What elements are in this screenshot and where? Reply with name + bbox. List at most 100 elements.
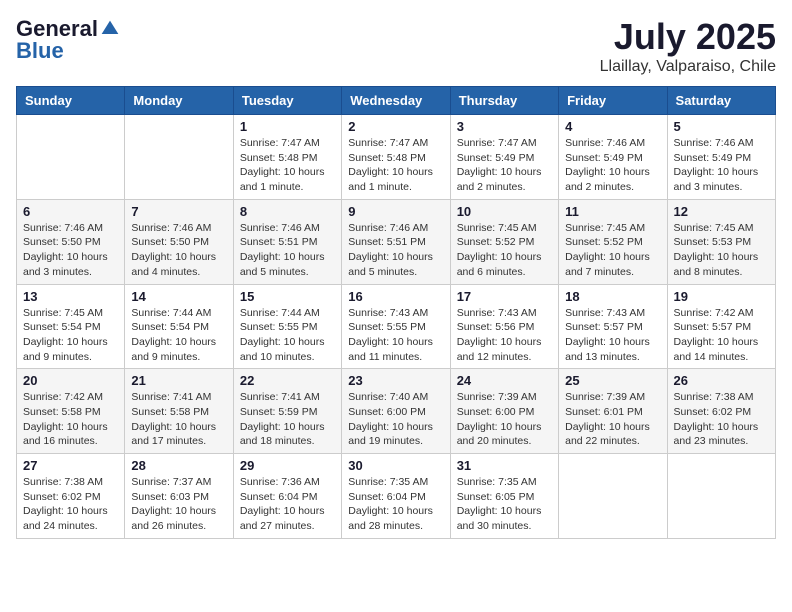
sunset-text: Sunset: 5:52 PM <box>457 236 535 248</box>
table-row: 28Sunrise: 7:37 AMSunset: 6:03 PMDayligh… <box>125 454 233 539</box>
table-row: 6 Sunrise: 7:46 AMSunset: 5:50 PMDaylight… <box>17 199 125 284</box>
day-number: 1 <box>240 119 335 134</box>
sunset-text: Sunset: 6:05 PM <box>457 491 535 503</box>
day-info: Sunrise: 7:46 AMSunset: 5:49 PMDaylight:… <box>565 136 660 195</box>
sunrise-text: Sunrise: 7:40 AM <box>348 391 428 403</box>
logo-blue-text: Blue <box>16 38 64 64</box>
day-number: 20 <box>23 373 118 388</box>
table-row: 24Sunrise: 7:39 AMSunset: 6:00 PMDayligh… <box>450 369 558 454</box>
table-row: 13 Sunrise: 7:45 AMSunset: 5:54 PMDayligh… <box>17 284 125 369</box>
table-row: 30Sunrise: 7:35 AMSunset: 6:04 PMDayligh… <box>342 454 450 539</box>
sunset-text: Sunset: 5:55 PM <box>348 321 426 333</box>
day-number: 19 <box>674 289 769 304</box>
day-number: 13 <box>23 289 118 304</box>
table-row: 27Sunrise: 7:38 AMSunset: 6:02 PMDayligh… <box>17 454 125 539</box>
daylight-text: Daylight: 10 hours and 27 minutes. <box>240 505 325 532</box>
day-info: Sunrise: 7:36 AMSunset: 6:04 PMDaylight:… <box>240 475 335 534</box>
day-info: Sunrise: 7:38 AMSunset: 6:02 PMDaylight:… <box>674 390 769 449</box>
sunrise-text: Sunrise: 7:41 AM <box>240 391 320 403</box>
sunset-text: Sunset: 5:52 PM <box>565 236 643 248</box>
sunrise-text: Sunrise: 7:44 AM <box>131 307 211 319</box>
table-row: 17Sunrise: 7:43 AMSunset: 5:56 PMDayligh… <box>450 284 558 369</box>
daylight-text: Daylight: 10 hours and 9 minutes. <box>23 336 108 363</box>
table-row: 7Sunrise: 7:46 AMSunset: 5:50 PMDaylight… <box>125 199 233 284</box>
sunrise-text: Sunrise: 7:46 AM <box>23 222 103 234</box>
sunrise-text: Sunrise: 7:45 AM <box>674 222 754 234</box>
sunrise-text: Sunrise: 7:43 AM <box>565 307 645 319</box>
sunset-text: Sunset: 6:02 PM <box>674 406 752 418</box>
table-row: 12Sunrise: 7:45 AMSunset: 5:53 PMDayligh… <box>667 199 775 284</box>
sunrise-text: Sunrise: 7:39 AM <box>565 391 645 403</box>
calendar-week-row: 13 Sunrise: 7:45 AMSunset: 5:54 PMDayligh… <box>17 284 776 369</box>
day-info: Sunrise: 7:42 AMSunset: 5:58 PMDaylight:… <box>23 390 118 449</box>
day-info: Sunrise: 7:46 AMSunset: 5:50 PMDaylight:… <box>131 221 226 280</box>
sunrise-text: Sunrise: 7:46 AM <box>131 222 211 234</box>
title-section: July 2025 Llaillay, Valparaiso, Chile <box>600 16 776 76</box>
daylight-text: Daylight: 10 hours and 12 minutes. <box>457 336 542 363</box>
day-number: 16 <box>348 289 443 304</box>
day-number: 6 <box>23 204 118 219</box>
day-number: 24 <box>457 373 552 388</box>
page-header: General Blue July 2025 Llaillay, Valpara… <box>16 16 776 76</box>
calendar-week-row: 6 Sunrise: 7:46 AMSunset: 5:50 PMDaylight… <box>17 199 776 284</box>
sunrise-text: Sunrise: 7:43 AM <box>348 307 428 319</box>
day-info: Sunrise: 7:47 AMSunset: 5:48 PMDaylight:… <box>348 136 443 195</box>
day-info: Sunrise: 7:45 AMSunset: 5:52 PMDaylight:… <box>565 221 660 280</box>
table-row: 5Sunrise: 7:46 AMSunset: 5:49 PMDaylight… <box>667 115 775 200</box>
day-number: 21 <box>131 373 226 388</box>
day-number: 26 <box>674 373 769 388</box>
day-info: Sunrise: 7:45 AMSunset: 5:54 PMDaylight:… <box>23 306 118 365</box>
daylight-text: Daylight: 10 hours and 10 minutes. <box>240 336 325 363</box>
logo-icon <box>100 19 120 39</box>
sunset-text: Sunset: 5:57 PM <box>674 321 752 333</box>
day-info: Sunrise: 7:44 AMSunset: 5:54 PMDaylight:… <box>131 306 226 365</box>
table-row: 29Sunrise: 7:36 AMSunset: 6:04 PMDayligh… <box>233 454 341 539</box>
table-row: 20 Sunrise: 7:42 AMSunset: 5:58 PMDayligh… <box>17 369 125 454</box>
month-year-title: July 2025 <box>600 16 776 58</box>
sunrise-text: Sunrise: 7:46 AM <box>348 222 428 234</box>
daylight-text: Daylight: 10 hours and 20 minutes. <box>457 421 542 448</box>
sunset-text: Sunset: 5:54 PM <box>23 321 101 333</box>
day-number: 2 <box>348 119 443 134</box>
sunrise-text: Sunrise: 7:35 AM <box>348 476 428 488</box>
table-row: 10Sunrise: 7:45 AMSunset: 5:52 PMDayligh… <box>450 199 558 284</box>
day-number: 28 <box>131 458 226 473</box>
table-row <box>125 115 233 200</box>
table-row: 1Sunrise: 7:47 AMSunset: 5:48 PMDaylight… <box>233 115 341 200</box>
daylight-text: Daylight: 10 hours and 6 minutes. <box>457 251 542 278</box>
sunrise-text: Sunrise: 7:37 AM <box>131 476 211 488</box>
sunset-text: Sunset: 6:03 PM <box>131 491 209 503</box>
header-sunday: Sunday <box>17 87 125 115</box>
calendar-week-row: 27Sunrise: 7:38 AMSunset: 6:02 PMDayligh… <box>17 454 776 539</box>
sunset-text: Sunset: 5:51 PM <box>348 236 426 248</box>
table-row: 16Sunrise: 7:43 AMSunset: 5:55 PMDayligh… <box>342 284 450 369</box>
sunset-text: Sunset: 6:04 PM <box>348 491 426 503</box>
table-row: 31 Sunrise: 7:35 AMSunset: 6:05 PMDayligh… <box>450 454 558 539</box>
header-saturday: Saturday <box>667 87 775 115</box>
day-number: 10 <box>457 204 552 219</box>
daylight-text: Daylight: 10 hours and 8 minutes. <box>674 251 759 278</box>
day-info: Sunrise: 7:35 AMSunset: 6:04 PMDaylight:… <box>348 475 443 534</box>
day-number: 4 <box>565 119 660 134</box>
day-info: Sunrise: 7:44 AMSunset: 5:55 PMDaylight:… <box>240 306 335 365</box>
daylight-text: Daylight: 10 hours and 2 minutes. <box>565 166 650 193</box>
location-subtitle: Llaillay, Valparaiso, Chile <box>600 58 776 76</box>
day-info: Sunrise: 7:37 AMSunset: 6:03 PMDaylight:… <box>131 475 226 534</box>
sunrise-text: Sunrise: 7:38 AM <box>23 476 103 488</box>
sunset-text: Sunset: 5:55 PM <box>240 321 318 333</box>
sunrise-text: Sunrise: 7:41 AM <box>131 391 211 403</box>
table-row: 9Sunrise: 7:46 AMSunset: 5:51 PMDaylight… <box>342 199 450 284</box>
day-number: 9 <box>348 204 443 219</box>
day-number: 31 <box>457 458 552 473</box>
table-row <box>667 454 775 539</box>
day-info: Sunrise: 7:42 AMSunset: 5:57 PMDaylight:… <box>674 306 769 365</box>
day-info: Sunrise: 7:46 AMSunset: 5:50 PMDaylight:… <box>23 221 118 280</box>
sunset-text: Sunset: 5:54 PM <box>131 321 209 333</box>
day-info: Sunrise: 7:46 AMSunset: 5:49 PMDaylight:… <box>674 136 769 195</box>
day-info: Sunrise: 7:39 AMSunset: 6:01 PMDaylight:… <box>565 390 660 449</box>
sunrise-text: Sunrise: 7:47 AM <box>240 137 320 149</box>
daylight-text: Daylight: 10 hours and 4 minutes. <box>131 251 216 278</box>
table-row: 14Sunrise: 7:44 AMSunset: 5:54 PMDayligh… <box>125 284 233 369</box>
table-row: 22Sunrise: 7:41 AMSunset: 5:59 PMDayligh… <box>233 369 341 454</box>
day-info: Sunrise: 7:35 AMSunset: 6:05 PMDaylight:… <box>457 475 552 534</box>
